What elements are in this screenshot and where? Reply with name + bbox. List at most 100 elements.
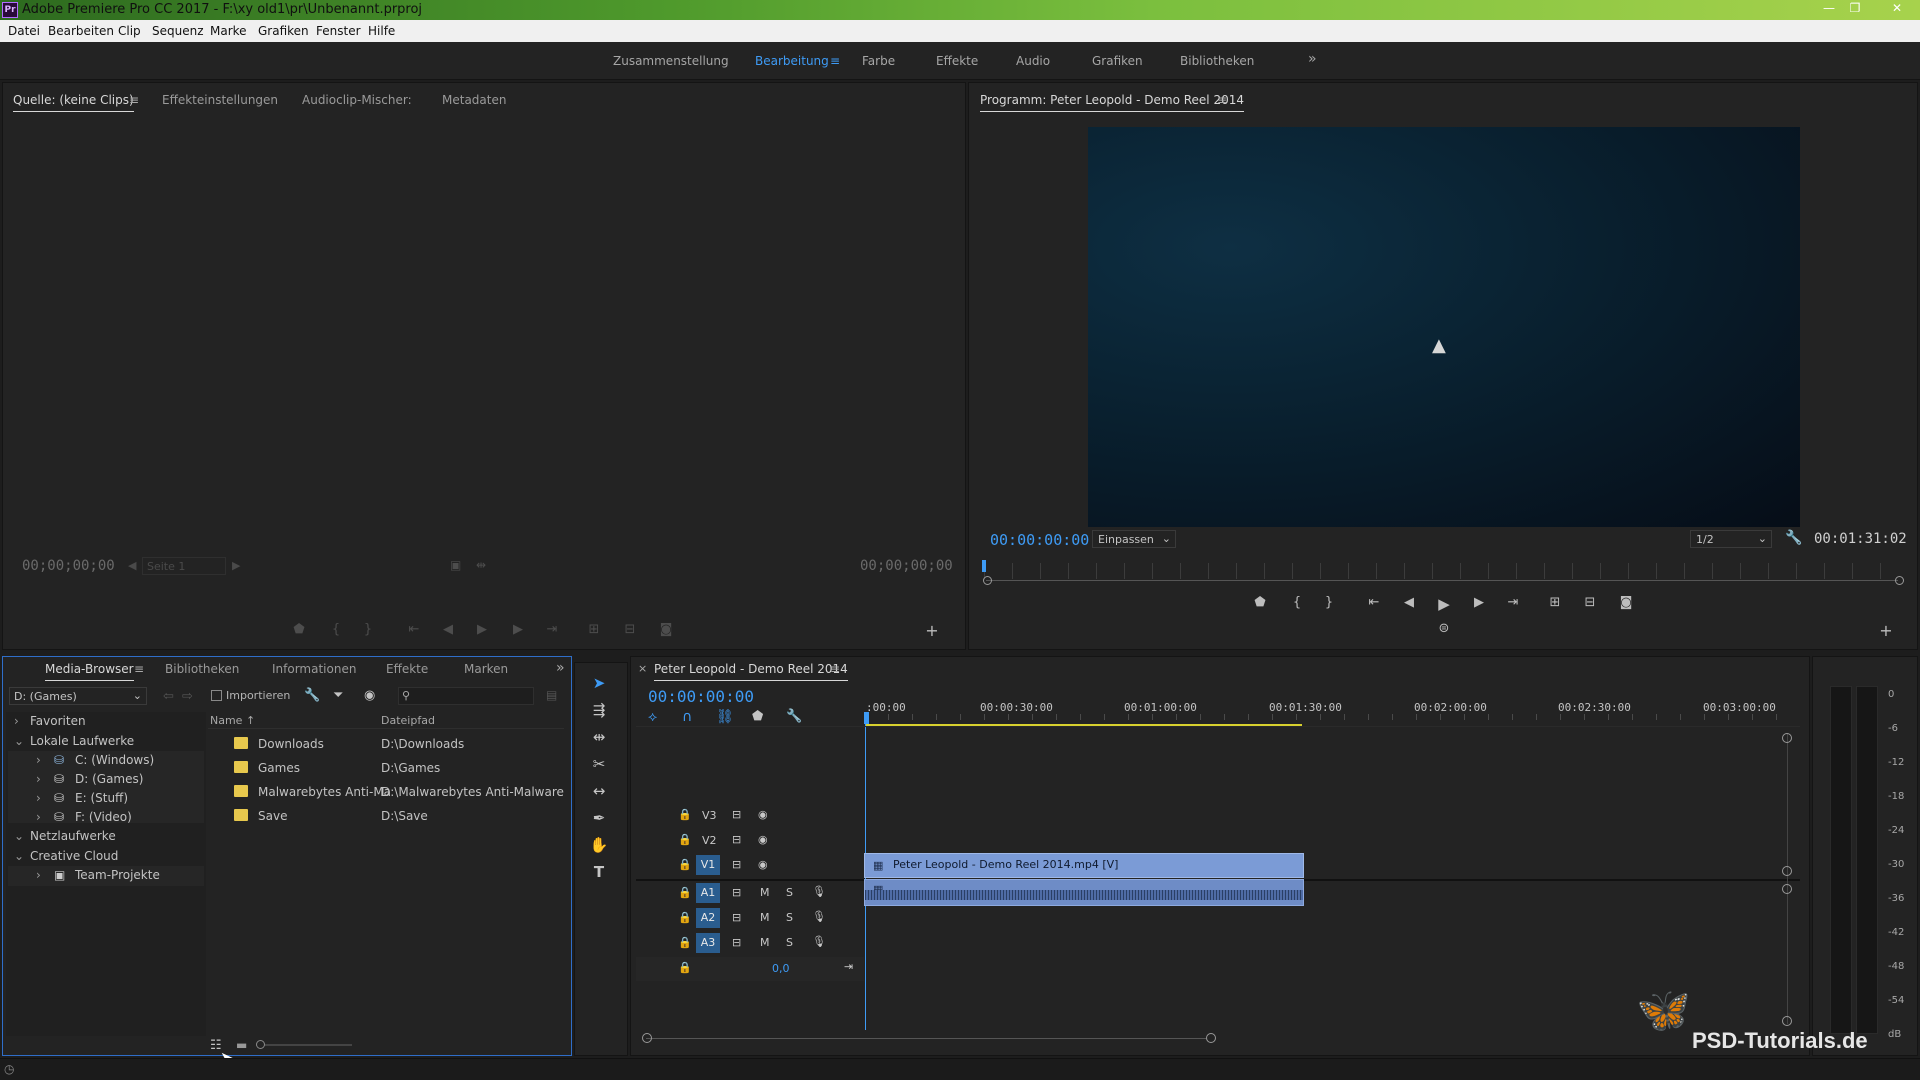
video-clip[interactable]: ▦ Peter Leopold - Demo Reel 2014.mp4 [V] xyxy=(864,853,1304,878)
program-step-back-icon[interactable]: ◀ xyxy=(1399,595,1419,610)
sync-lock-icon[interactable]: ⊟ xyxy=(732,858,741,871)
program-zoom-scrollbar[interactable] xyxy=(986,580,1898,581)
program-add-button-icon[interactable]: + xyxy=(1876,621,1896,640)
sync-lock-icon[interactable]: ⊟ xyxy=(732,833,741,846)
vertical-zoom-handle[interactable] xyxy=(1782,733,1792,743)
solo-button[interactable]: S xyxy=(786,936,793,949)
program-mark-out-icon[interactable]: } xyxy=(1319,595,1339,610)
tree-team-projects[interactable]: Team-Projekte xyxy=(75,868,160,882)
sync-lock-icon[interactable]: ⊟ xyxy=(732,886,741,899)
restore-icon[interactable]: ❐ xyxy=(1842,0,1868,18)
program-settings-wrench-icon[interactable]: 🔧 xyxy=(1785,530,1802,546)
program-lift-icon[interactable]: ⊞ xyxy=(1545,595,1565,610)
filter-icon[interactable]: ⏷ xyxy=(333,688,343,703)
eye-icon[interactable]: ◉ xyxy=(758,858,768,871)
lock-icon[interactable]: 🔒 xyxy=(678,961,692,974)
solo-button[interactable]: S xyxy=(786,911,793,924)
more-workspaces-icon[interactable]: » xyxy=(1308,51,1317,67)
snap-magnet-icon[interactable]: ∩ xyxy=(682,709,692,725)
solo-button[interactable]: S xyxy=(786,886,793,899)
tab-metadata[interactable]: Metadaten xyxy=(442,93,506,107)
tree-local-drives[interactable]: Lokale Laufwerke xyxy=(30,734,134,748)
tree-drive-f[interactable]: F: (Video) xyxy=(75,810,132,824)
vertical-zoom-handle[interactable] xyxy=(1782,1016,1792,1026)
lock-icon[interactable]: 🔒 xyxy=(678,808,692,821)
program-mark-in-icon[interactable]: { xyxy=(1287,595,1307,610)
mute-button[interactable]: M xyxy=(760,911,770,924)
pen-tool-icon[interactable]: ✒ xyxy=(588,807,610,829)
timeline-scrollbar[interactable] xyxy=(636,1032,1786,1044)
source-panel-menu-icon[interactable]: ≡ xyxy=(129,93,139,107)
lock-icon[interactable]: 🔒 xyxy=(678,936,692,949)
timeline-playhead-handle[interactable] xyxy=(864,712,869,724)
list-item[interactable]: Downloads D:\Downloads xyxy=(208,733,564,755)
tab-info[interactable]: Informationen xyxy=(272,662,356,676)
master-volume-value[interactable]: 0,0 xyxy=(772,962,790,975)
vertical-zoom-handle[interactable] xyxy=(1782,866,1792,876)
source-add-button-icon[interactable]: + xyxy=(922,621,942,640)
tab-sequence[interactable]: Peter Leopold - Demo Reel 2014 xyxy=(654,662,848,681)
razor-tool-icon[interactable]: ✂ xyxy=(588,753,610,775)
ripple-edit-tool-icon[interactable]: ⇹ xyxy=(588,726,610,748)
sync-lock-icon[interactable]: ⊟ xyxy=(732,808,741,821)
vertical-zoom-track[interactable] xyxy=(1787,734,1788,1024)
menu-clip[interactable]: Clip xyxy=(118,24,141,38)
audio-clip[interactable]: ▦ xyxy=(864,879,1304,906)
tree-favorites[interactable]: Favoriten xyxy=(30,714,86,728)
timeline-timecode[interactable]: 00:00:00:00 xyxy=(648,687,754,706)
sequence-menu-icon[interactable]: ≡ xyxy=(830,662,840,676)
tab-audio-clip-mixer[interactable]: Audioclip-Mischer: xyxy=(302,93,412,107)
type-tool-icon[interactable]: T xyxy=(588,861,610,883)
workspace-zusammenstellung[interactable]: Zusammenstellung xyxy=(613,54,729,68)
view-eye-icon[interactable]: ◉ xyxy=(364,688,375,703)
microphone-icon[interactable]: 🎙 xyxy=(812,910,826,923)
collapse-network-icon[interactable]: ⌄ xyxy=(14,829,24,843)
minimize-icon[interactable]: — xyxy=(1816,0,1842,18)
column-name[interactable]: Name ↑ xyxy=(210,714,255,727)
program-playhead[interactable] xyxy=(982,560,986,572)
microphone-icon[interactable]: 🎙 xyxy=(812,935,826,948)
thumbnail-slider-handle[interactable] xyxy=(256,1040,265,1049)
tab-libraries[interactable]: Bibliotheken xyxy=(165,662,239,676)
media-search-input[interactable]: ⚲ xyxy=(398,687,534,705)
source-timecode-left[interactable]: 00;00;00;00 xyxy=(22,558,115,574)
menu-marke[interactable]: Marke xyxy=(210,24,247,38)
hand-tool-icon[interactable]: ✋ xyxy=(588,834,610,856)
expand-e-icon[interactable]: › xyxy=(36,791,41,805)
track-select-tool-icon[interactable]: ⇶ xyxy=(588,699,610,721)
program-panel-menu-icon[interactable]: ≡ xyxy=(1217,93,1227,107)
back-arrow-icon[interactable]: ⇦ xyxy=(163,689,174,704)
lock-icon[interactable]: 🔒 xyxy=(678,858,692,871)
tree-drive-d[interactable]: D: (Games) xyxy=(75,772,143,786)
tree-network-drives[interactable]: Netzlaufwerke xyxy=(30,829,116,843)
menu-datei[interactable]: Datei xyxy=(8,24,40,38)
timeline-settings-wrench-icon[interactable]: 🔧 xyxy=(786,709,802,724)
media-browser-menu-icon[interactable]: ≡ xyxy=(134,662,144,676)
more-panels-icon[interactable]: » xyxy=(556,660,565,676)
go-to-end-icon[interactable]: ⇥ xyxy=(844,960,853,973)
close-icon[interactable]: ✕ xyxy=(1880,0,1914,18)
program-video-frame[interactable] xyxy=(1088,127,1800,527)
program-play-icon[interactable]: ▶ xyxy=(1434,595,1454,613)
program-go-to-out-icon[interactable]: ⇥ xyxy=(1503,595,1523,610)
selection-tool-icon[interactable]: ➤ xyxy=(588,672,610,694)
workspace-farbe[interactable]: Farbe xyxy=(862,54,895,68)
list-item[interactable]: Malwarebytes Anti-Ma D:\Malwarebytes Ant… xyxy=(208,781,564,803)
drive-select[interactable]: D: (Games) ⌄ xyxy=(9,687,147,705)
workspace-effekte[interactable]: Effekte xyxy=(936,54,978,68)
expand-c-icon[interactable]: › xyxy=(36,753,41,767)
workspace-audio[interactable]: Audio xyxy=(1016,54,1050,68)
tab-effect-controls[interactable]: Effekteinstellungen xyxy=(162,93,278,107)
tab-effects[interactable]: Effekte xyxy=(386,662,428,676)
program-comparison-view-icon[interactable]: ⊜ xyxy=(1434,621,1454,636)
expand-favorites-icon[interactable]: › xyxy=(14,714,19,728)
icon-view-icon[interactable]: ▬ xyxy=(236,1038,247,1052)
scroll-handle-right[interactable] xyxy=(1206,1033,1216,1043)
list-item[interactable]: Games D:\Games xyxy=(208,757,564,779)
program-fit-select[interactable]: Einpassen ⌄ xyxy=(1092,530,1176,548)
program-time-ruler[interactable] xyxy=(984,563,1904,579)
program-marker-icon[interactable]: ⬟ xyxy=(1250,595,1270,610)
collapse-local-icon[interactable]: ⌄ xyxy=(14,734,24,748)
tab-source[interactable]: Quelle: (keine Clips) xyxy=(13,93,134,112)
source-timecode-right[interactable]: 00;00;00;00 xyxy=(860,558,953,574)
